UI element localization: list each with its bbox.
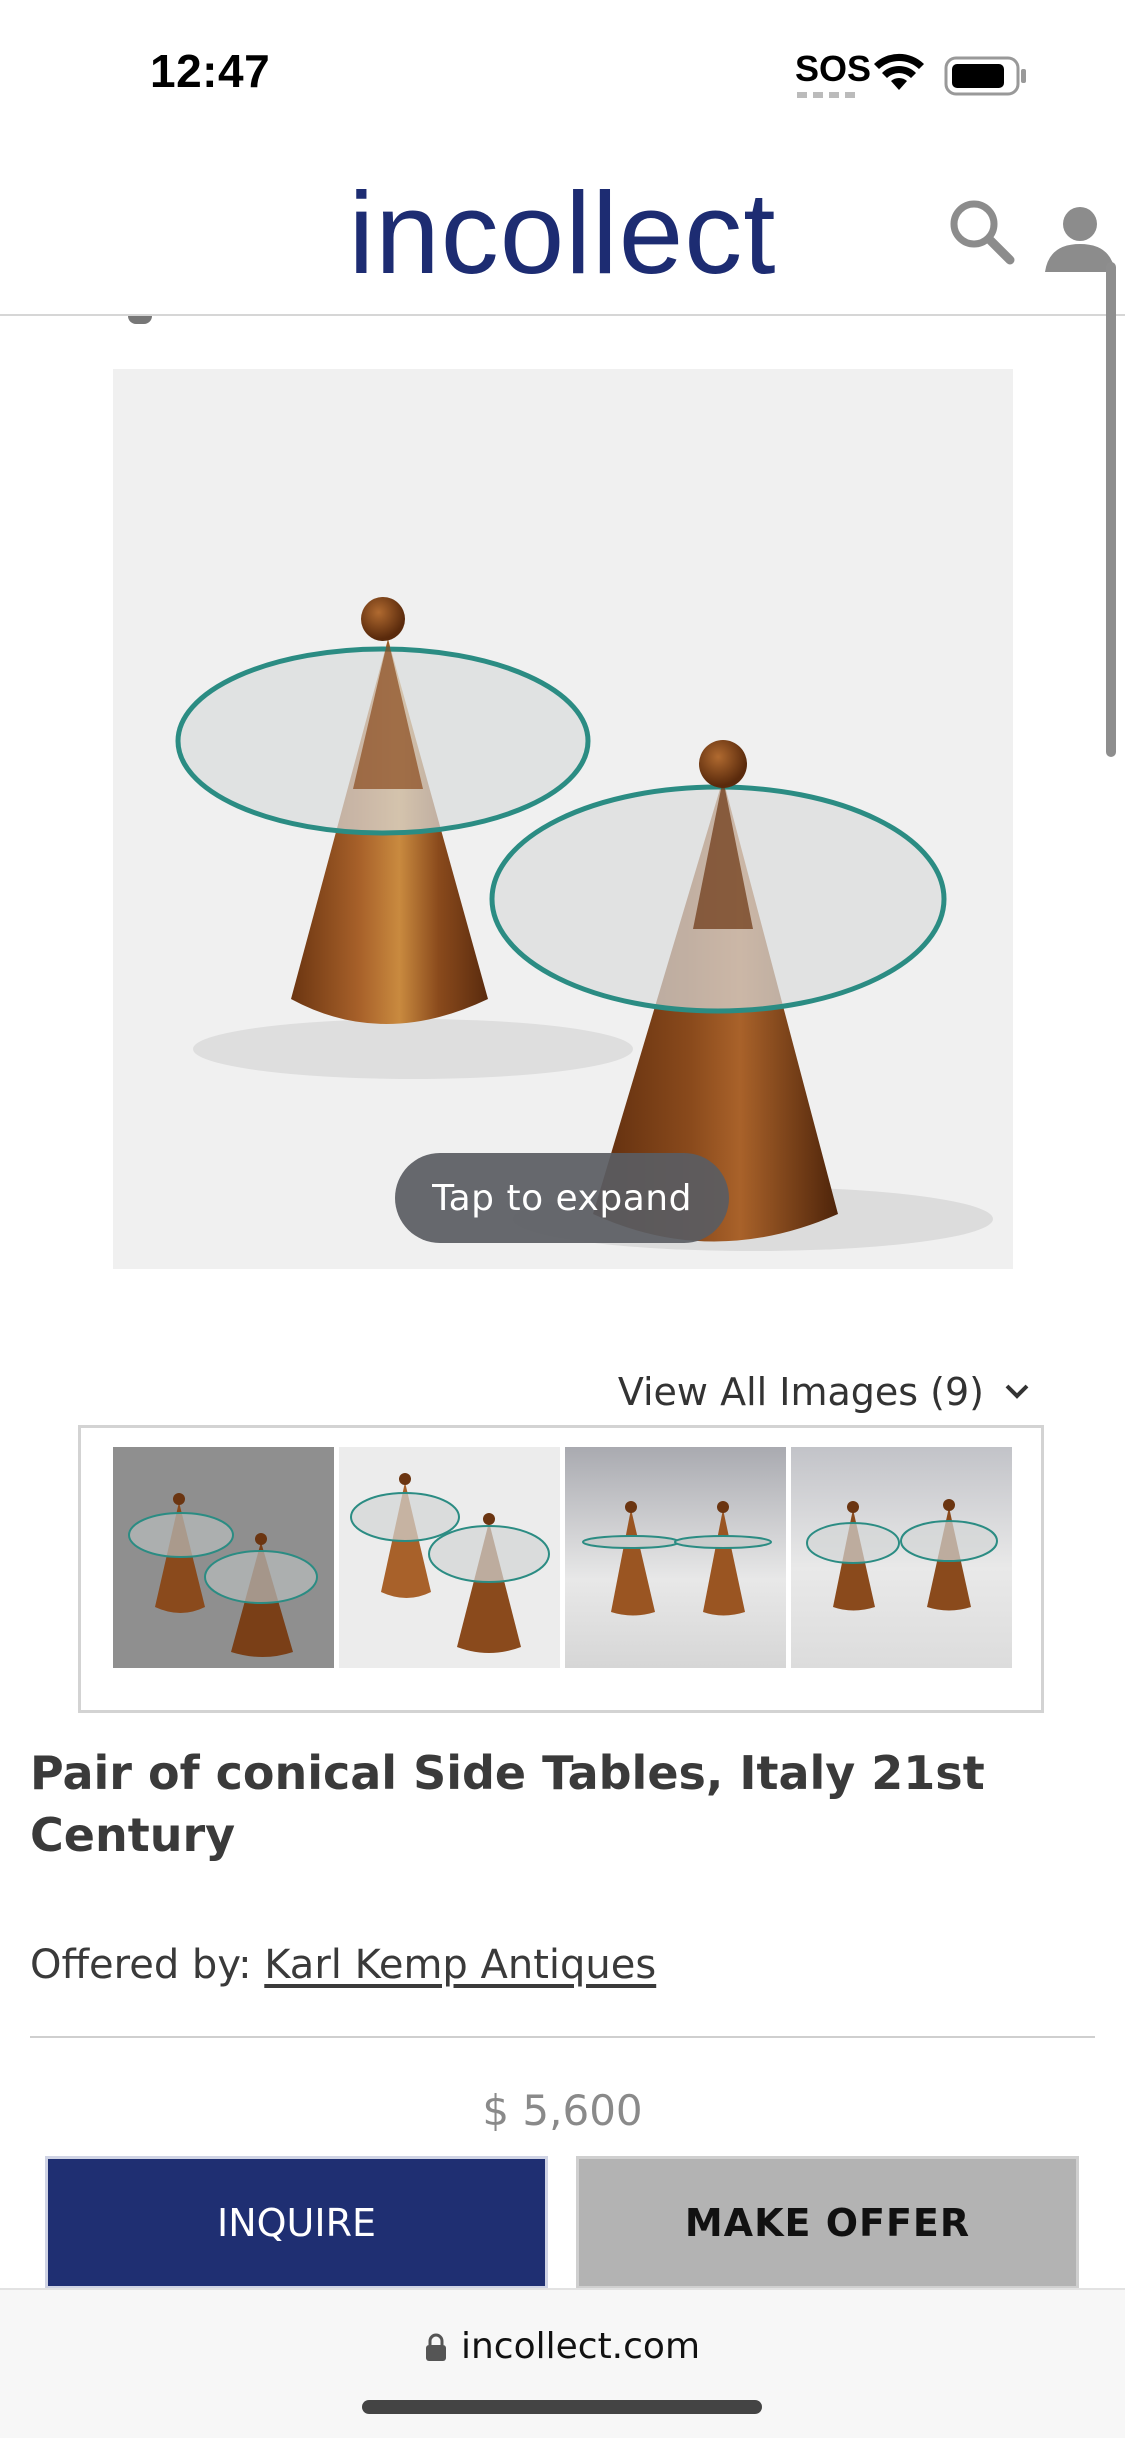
browser-address-bar: incollect.com — [0, 2288, 1125, 2438]
site-header: incollect — [0, 150, 1125, 316]
chevron-down-icon — [1005, 1384, 1029, 1399]
battery-icon — [944, 56, 1026, 96]
url-text: incollect.com — [460, 2326, 701, 2367]
lock-icon — [425, 2333, 446, 2361]
url-field[interactable]: incollect.com — [0, 2326, 1125, 2367]
thumbnail-2[interactable] — [339, 1447, 560, 1668]
signal-dots — [797, 92, 857, 98]
product-title: Pair of conical Side Tables, Italy 21st … — [30, 1746, 985, 1862]
side-tables-photo — [175, 597, 993, 1251]
clipped-text — [100, 316, 180, 328]
wifi-icon — [874, 53, 924, 90]
view-all-label: View All Images (9) — [617, 1370, 984, 1414]
thumbnail-strip — [78, 1425, 1044, 1713]
dealer-link[interactable]: Karl Kemp Antiques — [264, 1942, 656, 1988]
thumbnail-3[interactable] — [565, 1447, 786, 1668]
page-scrollbar[interactable] — [1106, 262, 1116, 757]
product-price: $ 5,600 — [482, 2086, 643, 2135]
make-offer-button[interactable]: MAKE OFFER — [576, 2156, 1079, 2289]
user-icon[interactable] — [1045, 202, 1115, 272]
thumbnail-4[interactable] — [791, 1447, 1012, 1668]
offered-by-label: Offered by: — [30, 1942, 252, 1988]
status-bar: 12:47 SOS — [0, 0, 1125, 150]
status-time: 12:47 — [150, 45, 271, 97]
view-all-images-link[interactable]: View All Images (9) — [618, 1370, 1030, 1414]
home-indicator[interactable] — [362, 2400, 762, 2414]
main-product-image[interactable] — [113, 369, 1013, 1269]
search-icon[interactable] — [948, 198, 1016, 266]
tap-to-expand-button[interactable]: Tap to expand — [395, 1153, 729, 1243]
inquire-button[interactable]: INQUIRE — [45, 2156, 548, 2289]
thumbnail-1[interactable] — [113, 1447, 334, 1668]
divider — [30, 2036, 1095, 2038]
sos-indicator: SOS — [795, 48, 872, 89]
offered-by: Offered by: Karl Kemp Antiques — [30, 1942, 656, 1988]
